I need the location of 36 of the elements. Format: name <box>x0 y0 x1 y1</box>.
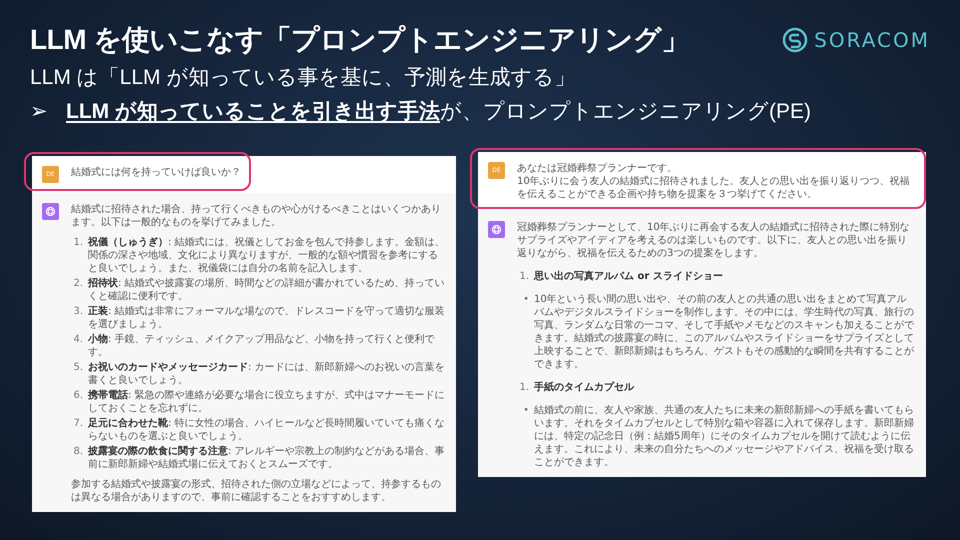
list-item-text: お祝いのカードやメッセージカード: カードには、新郎新婦へのお祝いの言葉を書くと良いでしょう。 <box>88 361 446 387</box>
list-item-text: 招待状: 結婚式や披露宴の場所、時間などの詳細が書かれているため、持っていくと確認に便利です。 <box>88 277 446 303</box>
subtitle: LLM は「LLM が知っている事を基に、予測を生成する」 <box>30 65 576 91</box>
list-number: 4. <box>72 333 83 347</box>
user-message: 10年ぶりに会う友人の結婚式に招待されました。友人との思い出を振り返りつつ、祝福を伝えることができる企画や持ち物を提案を３つ挙げてください。 <box>517 175 911 201</box>
bullet-marker: ➢ <box>30 99 48 125</box>
bullet-dot: • <box>522 404 529 418</box>
list-number: 8. <box>72 445 83 459</box>
list-number: 6. <box>72 389 83 403</box>
response-paragraph: 冠婚葬祭プランナーとして、10年ぶりに再会する友人の結婚式に招待された際に特別なサプライズやアイディアを考えるのは楽しいものです。以下に、友人との思い出を振り返りながら、祝福を伝えるための3つの提案をします。 <box>517 221 911 260</box>
list-item-text: 小物: 手鏡、ティッシュ、メイクアップ用品など、小物を持って行くと便利です。 <box>88 333 436 359</box>
list-number: 1. <box>72 236 83 250</box>
slide-title: LLM を使いこなす「プロンプトエンジニアリング」 <box>30 23 689 57</box>
logo-icon <box>782 27 808 53</box>
list-number: 7. <box>72 417 83 431</box>
list-number: 5. <box>72 361 83 375</box>
response-paragraph: 参加する結婚式や披露宴の形式、招待された側の立場などによって、持参するものは異なる場合がありますので、事前に確認することをおすすめします。 <box>71 478 442 504</box>
section-heading: 思い出の写真アルバム or スライドショー <box>534 270 723 283</box>
section-heading: 手紙のタイムカプセル <box>534 381 634 394</box>
logo-text: SORACOM <box>814 28 930 52</box>
list-number: 1. <box>518 381 529 394</box>
list-number: 2. <box>72 277 83 291</box>
bullet-text: LLM が知っていることを引き出す手法が、プロンプトエンジニアリング(PE) <box>66 99 811 125</box>
list-item-text: 結婚式の前に、友人や家族、共通の友人たちに未来の新郎新婦への手紙を書いてもらいます。それをタイムカプセルとして特別な箱や容器に入れて保存します。新郎新婦には、特定の記念日（例：結婚5周年）にそのタイムカプセルを開けて読むように伝えます。これにより、未来の自分たちへのメッセージやアドバイス、祝福を受け取ることができます。 <box>534 404 915 469</box>
list-item-text: 披露宴の際の飲食に関する注意: アレルギーや宗教上の制約などがある場合、事前に新郎新婦や結婚式場に伝えておくとスムーズです。 <box>88 445 446 471</box>
list-item-text: 10年という長い間の思い出や、その前の友人との共通の思い出をまとめて写真アルバムやデジタルスライドショーを制作します。その中には、学生時代の写真、旅行の写真、ランダムな日常の一コマ、そして手紙やメモなどのスキャンも加えることができます。結婚式の披露宴の時に、このアルバムやスライドショーをサプライズとして上映することで、新郎新婦はもちろん、ゲストもその感動的な瞬間を共有することができます。 <box>534 293 915 371</box>
bullet-dot: • <box>522 293 529 307</box>
user-message: 結婚式には何を持っていけば良いか？ <box>71 166 241 179</box>
list-number: 3. <box>72 305 83 319</box>
list-item-text: 祝儀（しゅうぎ）: 結婚式には、祝儀としてお金を包んで持参します。金額は、関係の深さや地域、文化により異なりますが、一般的な額や慣習を参考にすると良いでしょう。また、祝儀袋には自分の名前を記入します。 <box>88 236 446 275</box>
user-message: あなたは冠婚葬祭プランナーです。 <box>517 162 678 175</box>
response-paragraph: 結婚式に招待された場合、持って行くべきものや心がけるべきことはいくつかあります。以下は一般的なものを挙げてみました。 <box>71 203 442 229</box>
list-item-text: 携帯電話: 緊急の際や連絡が必要な場合に役立ちますが、式中はマナーモードにしておくことを忘れずに。 <box>88 389 446 415</box>
list-item-text: 正装: 結婚式は非常にフォーマルな場なので、ドレスコードを守って適切な服装を選びましょう。 <box>88 305 446 331</box>
list-number: 1. <box>518 270 529 283</box>
list-item-text: 足元に合わせた靴: 特に女性の場合、ハイヒールなど長時間履いていても痛くならないものを選ぶと良いでしょう。 <box>88 417 446 443</box>
